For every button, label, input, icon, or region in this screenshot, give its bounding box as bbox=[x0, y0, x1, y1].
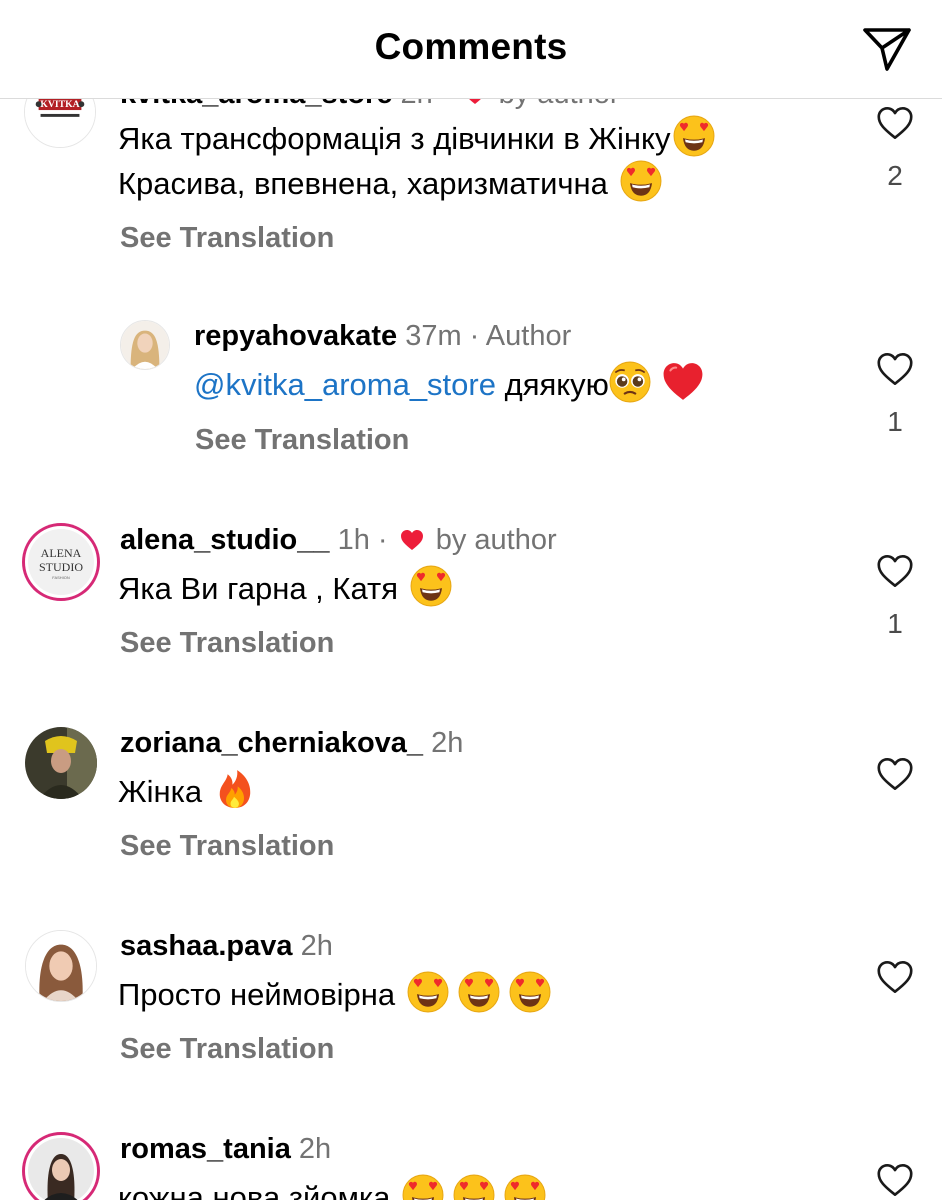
see-translation-button[interactable]: See Translation bbox=[120, 222, 334, 255]
comment-text: кожна нова зйомка bbox=[118, 1171, 549, 1200]
see-translation-button[interactable]: See Translation bbox=[120, 1033, 334, 1066]
comments-header: Comments bbox=[0, 0, 942, 99]
mention-link[interactable]: @kvitka_aroma_store bbox=[194, 367, 496, 402]
avatar[interactable] bbox=[25, 727, 97, 799]
like-count: 2 bbox=[887, 160, 903, 191]
comment-line-2: Красива, впевнена, харизматична bbox=[118, 166, 608, 201]
page-title: Comments bbox=[374, 26, 568, 67]
comment-body: кожна нова зйомка bbox=[118, 1180, 391, 1200]
username[interactable]: alena_studio__ bbox=[120, 524, 330, 556]
username[interactable]: romas_tania bbox=[120, 1133, 291, 1165]
comment-line-1: Яка трансформація з дівчинки в Жінку bbox=[118, 121, 671, 156]
avatar[interactable] bbox=[120, 320, 170, 370]
avatar[interactable]: ALENA STUDIO FASHION bbox=[25, 526, 97, 598]
comment-time: 1h bbox=[337, 524, 370, 556]
comment-body: Яка Ви гарна , Катя bbox=[118, 571, 398, 606]
comment-body: Просто неймовірна bbox=[118, 977, 396, 1012]
comment-time: 2h bbox=[300, 930, 333, 962]
comment-body: Жінка bbox=[118, 774, 203, 809]
heart-eyes-emoji bbox=[620, 160, 662, 202]
heart-outline-icon[interactable] bbox=[876, 960, 914, 994]
comment-text: @kvitka_aroma_store дяякую bbox=[194, 358, 707, 412]
see-translation-button[interactable]: See Translation bbox=[120, 627, 334, 660]
heart-outline-icon[interactable] bbox=[876, 106, 914, 140]
comment-text: Жінка bbox=[118, 765, 259, 819]
comment-header: sashaa.pava 2h bbox=[120, 930, 333, 963]
heart-outline-icon[interactable] bbox=[876, 352, 914, 386]
pleading-face-emoji bbox=[609, 361, 651, 403]
like-count: 1 bbox=[887, 608, 903, 639]
username[interactable]: repyahovakate bbox=[194, 320, 397, 352]
heart-eyes-emoji bbox=[402, 1174, 444, 1200]
comment-header: romas_tania 2h bbox=[120, 1133, 331, 1166]
liked-by-author-heart-icon bbox=[400, 529, 424, 551]
by-author-label: by author bbox=[435, 524, 557, 556]
comments-list[interactable]: KVITKA kvitka_aroma_store 2h · by author… bbox=[0, 0, 942, 1200]
comment-item: romas_tania 2h кожна нова зйомка bbox=[0, 1109, 942, 1200]
comment-header: repyahovakate 37m · Author bbox=[194, 320, 572, 352]
paper-plane-icon[interactable] bbox=[860, 24, 914, 74]
comment-text: Красива, впевнена, харизматична bbox=[118, 157, 665, 211]
comment-item: ALENA STUDIO FASHION alena_studio__ 1h ·… bbox=[0, 500, 942, 690]
avatar-text-line3: FASHION bbox=[52, 575, 70, 580]
heart-outline-icon[interactable] bbox=[876, 554, 914, 588]
heart-eyes-emoji bbox=[509, 971, 551, 1013]
comment-time: 2h bbox=[431, 727, 464, 759]
red-heart-emoji bbox=[662, 361, 704, 403]
heart-outline-icon[interactable] bbox=[876, 757, 914, 791]
fire-emoji bbox=[214, 768, 256, 810]
comment-text: Просто неймовірна bbox=[118, 968, 554, 1022]
comment-item: zoriana_cherniakova_ 2h Жінка See Transl… bbox=[0, 703, 942, 893]
comment-text: Яка Ви гарна , Катя bbox=[118, 562, 455, 616]
heart-eyes-emoji bbox=[407, 971, 449, 1013]
see-translation-button[interactable]: See Translation bbox=[195, 424, 409, 457]
comment-time: 2h bbox=[298, 1133, 332, 1165]
comment-header: alena_studio__ 1h · by author bbox=[120, 524, 557, 556]
heart-outline-icon[interactable] bbox=[876, 1163, 914, 1197]
avatar-text-line1: ALENA bbox=[41, 546, 82, 560]
heart-eyes-emoji bbox=[410, 565, 452, 607]
reply-text: дяякую bbox=[504, 367, 609, 402]
avatar-text-line2: STUDIO bbox=[39, 560, 83, 574]
see-translation-button[interactable]: See Translation bbox=[120, 830, 334, 863]
username[interactable]: sashaa.pava bbox=[120, 930, 293, 962]
heart-eyes-emoji bbox=[458, 971, 500, 1013]
avatar[interactable] bbox=[25, 930, 97, 1002]
avatar[interactable] bbox=[25, 1135, 97, 1200]
heart-eyes-emoji bbox=[673, 115, 715, 157]
comment-time: 37m bbox=[405, 320, 462, 352]
avatar-brand-text: KVITKA bbox=[40, 99, 79, 110]
comment-header: zoriana_cherniakova_ 2h bbox=[120, 727, 463, 760]
heart-eyes-emoji bbox=[504, 1174, 546, 1200]
author-label: Author bbox=[485, 320, 572, 352]
comment-item: sashaa.pava 2h Просто неймовірна See Tra… bbox=[0, 906, 942, 1096]
heart-eyes-emoji bbox=[453, 1174, 495, 1200]
like-count: 1 bbox=[887, 406, 903, 437]
username[interactable]: zoriana_cherniakova_ bbox=[120, 727, 423, 759]
reply-item: repyahovakate 37m · Author @kvitka_aroma… bbox=[0, 300, 942, 490]
